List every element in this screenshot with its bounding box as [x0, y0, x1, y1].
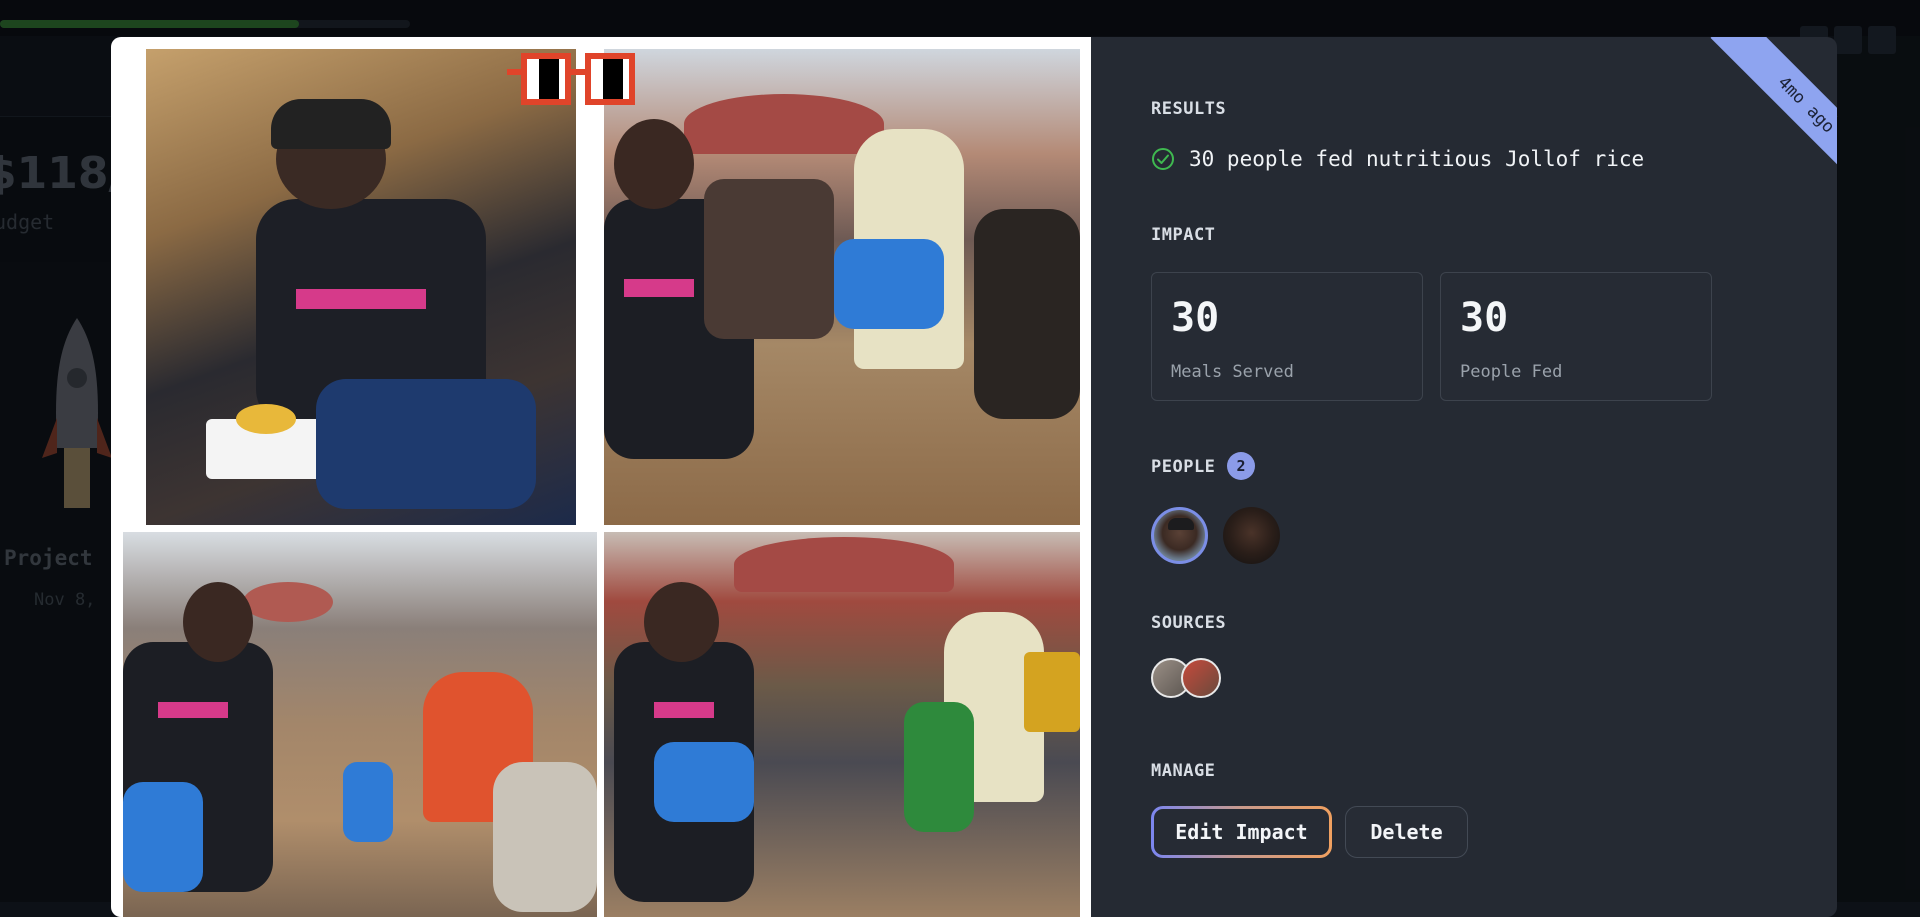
- impact-modal: [111, 37, 1837, 917]
- gallery-photo[interactable]: [123, 532, 597, 917]
- avatar[interactable]: [1151, 507, 1208, 564]
- photo-gallery: [111, 37, 1091, 917]
- delete-button[interactable]: Delete: [1345, 806, 1468, 858]
- gallery-photo[interactable]: [146, 49, 576, 525]
- glasses-logo-icon: [507, 53, 635, 105]
- source-thumbnail[interactable]: [1181, 658, 1221, 698]
- gallery-photo[interactable]: [604, 49, 1080, 525]
- gallery-photo[interactable]: [604, 532, 1080, 917]
- impact-details-panel: [1091, 37, 1837, 917]
- edit-impact-button[interactable]: Edit Impact: [1151, 806, 1332, 858]
- avatar[interactable]: [1223, 507, 1280, 564]
